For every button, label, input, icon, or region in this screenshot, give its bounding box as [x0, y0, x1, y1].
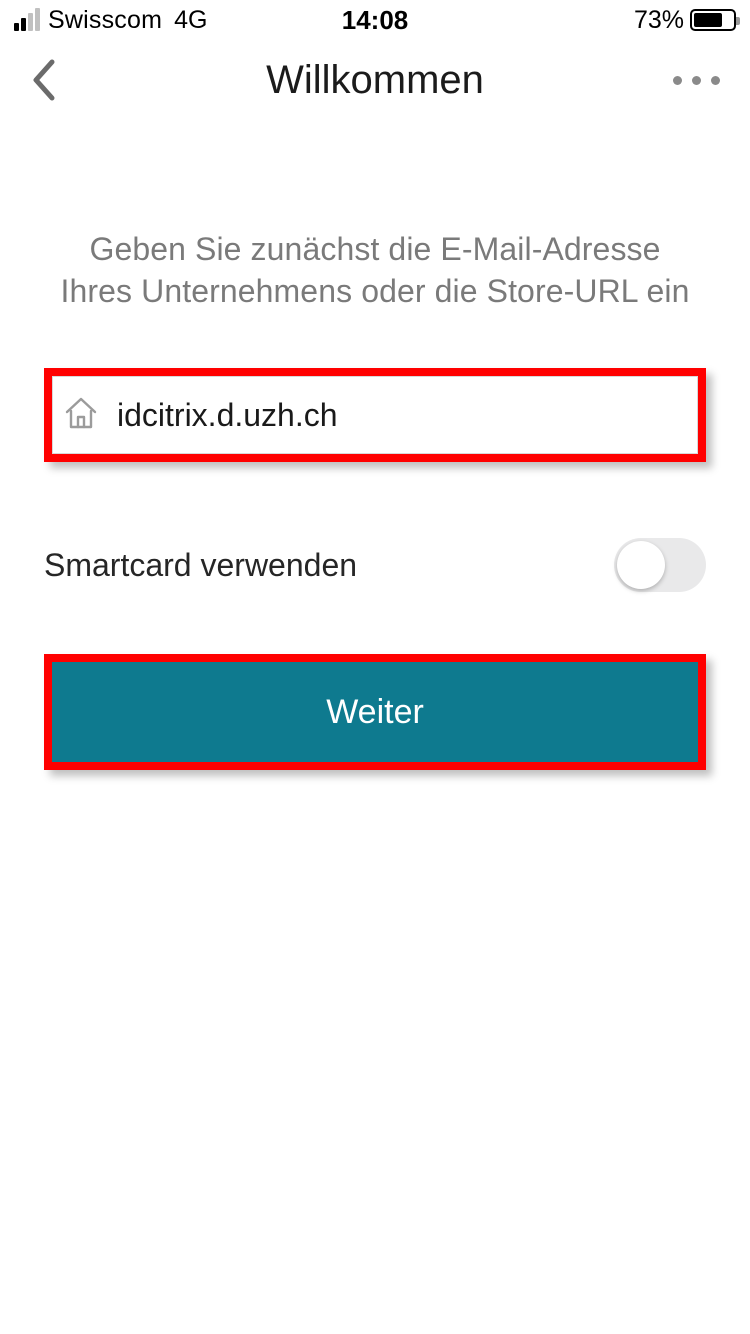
clock-label: 14:08	[342, 5, 409, 36]
battery-percent-label: 73%	[634, 6, 684, 35]
battery-icon	[690, 9, 736, 31]
network-label: 4G	[174, 6, 207, 35]
dot-icon	[711, 76, 720, 85]
smartcard-toggle[interactable]	[614, 538, 706, 592]
store-url-input[interactable]	[117, 397, 687, 434]
status-bar: Swisscom 4G 14:08 73%	[0, 0, 750, 40]
continue-button[interactable]: Weiter	[52, 662, 698, 762]
smartcard-label: Smartcard verwenden	[44, 547, 357, 584]
instruction-text: Geben Sie zunächst die E-Mail-Adresse Ih…	[44, 228, 706, 312]
home-icon	[63, 395, 99, 436]
nav-bar: Willkommen	[0, 40, 750, 120]
back-button[interactable]	[30, 58, 58, 102]
carrier-label: Swisscom	[48, 6, 162, 35]
chevron-left-icon	[30, 58, 58, 102]
page-title: Willkommen	[266, 58, 484, 103]
toggle-knob	[617, 541, 665, 589]
smartcard-row: Smartcard verwenden	[44, 538, 706, 592]
url-input-row[interactable]	[52, 376, 698, 454]
dot-icon	[673, 76, 682, 85]
battery-fill	[694, 13, 722, 27]
signal-icon	[14, 9, 40, 31]
url-input-highlight	[44, 368, 706, 462]
content: Geben Sie zunächst die E-Mail-Adresse Ih…	[0, 228, 750, 770]
continue-button-highlight: Weiter	[44, 654, 706, 770]
status-right: 73%	[634, 6, 736, 35]
more-button[interactable]	[673, 76, 720, 85]
dot-icon	[692, 76, 701, 85]
status-left: Swisscom 4G	[14, 6, 207, 35]
